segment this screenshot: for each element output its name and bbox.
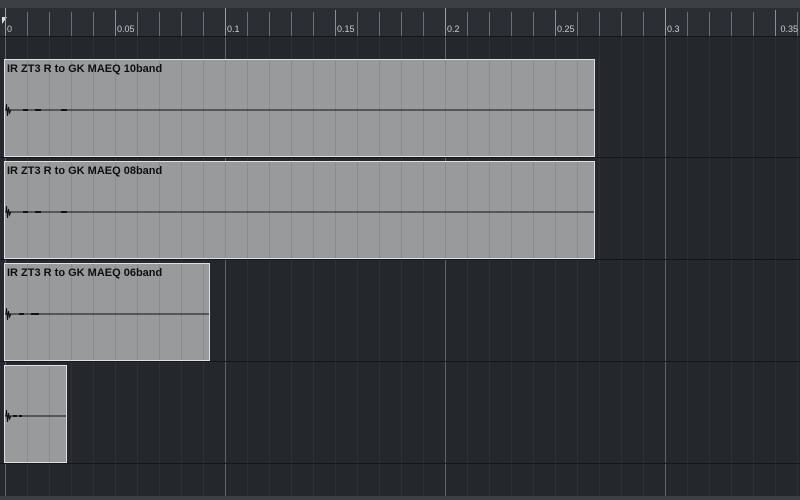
- ruler-tick: [27, 12, 28, 36]
- waveform-blip: [19, 313, 24, 315]
- waveform: [5, 410, 66, 422]
- ruler-label: 0.1: [227, 24, 240, 34]
- ruler-tick: [159, 12, 160, 36]
- waveform-blip: [31, 313, 39, 315]
- audio-event-06band[interactable]: IR ZT3 R to GK MAEQ 06band: [4, 263, 210, 361]
- ruler-tick: [5, 8, 6, 36]
- ruler-tick: [643, 12, 644, 36]
- grid-line: [599, 37, 600, 496]
- ruler-tick: [247, 12, 248, 36]
- track-separator: [0, 463, 800, 464]
- ruler-tick: [775, 10, 776, 36]
- ruler-tick: [731, 12, 732, 36]
- waveform: [5, 308, 209, 320]
- ruler-tick: [49, 12, 50, 36]
- ruler-tick: [181, 12, 182, 36]
- track-separator: [0, 361, 800, 362]
- waveform-blip: [23, 211, 28, 213]
- ruler-label: 0.2: [447, 24, 460, 34]
- ruler-tick: [467, 12, 468, 36]
- grid-line: [797, 37, 798, 496]
- ruler-label: 0.25: [557, 24, 575, 34]
- ruler-tick: [291, 12, 292, 36]
- audio-event-08band[interactable]: IR ZT3 R to GK MAEQ 08band: [4, 161, 595, 259]
- audio-event-short[interactable]: [4, 365, 67, 463]
- grid-line: [621, 37, 622, 496]
- waveform: [5, 104, 594, 116]
- ruler-tick: [71, 12, 72, 36]
- ruler-label: 0.35: [780, 24, 798, 34]
- ruler-tick: [533, 12, 534, 36]
- ruler-tick: [577, 12, 578, 36]
- ruler-tick: [379, 12, 380, 36]
- ruler-tick: [687, 12, 688, 36]
- waveform-blip: [23, 109, 28, 111]
- event-display[interactable]: IR ZT3 R to GK MAEQ 10band IR ZT3 R to G…: [0, 37, 800, 496]
- ruler-tick: [555, 10, 556, 36]
- grid-line: [731, 37, 732, 496]
- ruler-tick: [335, 10, 336, 36]
- ruler-tick: [203, 12, 204, 36]
- grid-line: [687, 37, 688, 496]
- event-title: IR ZT3 R to GK MAEQ 08band: [7, 165, 163, 177]
- grid-line: [753, 37, 754, 496]
- waveform-blip: [35, 211, 41, 213]
- audio-event-10band[interactable]: IR ZT3 R to GK MAEQ 10band: [4, 59, 595, 157]
- track-separator: [0, 259, 800, 260]
- grid-line: [643, 37, 644, 496]
- ruler-tick: [401, 12, 402, 36]
- ruler-tick: [423, 12, 424, 36]
- waveform-blip: [61, 211, 67, 213]
- ruler-tick: [445, 8, 446, 36]
- ruler-tick: [313, 12, 314, 36]
- waveform-blip: [19, 415, 22, 417]
- ruler-label: 0: [7, 24, 13, 34]
- waveform-blip: [35, 109, 41, 111]
- ruler-tick: [511, 12, 512, 36]
- grid-line: [709, 37, 710, 496]
- ruler-tick: [621, 12, 622, 36]
- ruler-tick: [115, 10, 116, 36]
- ruler-tick: [665, 8, 666, 36]
- waveform: [5, 206, 594, 218]
- ruler-label: 0.05: [117, 24, 135, 34]
- grid-line: [665, 37, 666, 496]
- waveform-blip: [61, 109, 67, 111]
- bottom-border: [0, 496, 800, 500]
- ruler-tick: [489, 12, 490, 36]
- project-window: 0 0.05 0.1 0.15 0.2 0.25 0.3 0.35 IR ZT3 R to G…: [0, 0, 800, 500]
- track-separator: [0, 157, 800, 158]
- ruler-label: 0.3: [667, 24, 680, 34]
- ruler-tick: [357, 12, 358, 36]
- ruler-tick: [269, 12, 270, 36]
- ruler-tick: [709, 12, 710, 36]
- waveform-blip: [13, 415, 17, 417]
- grid-line: [775, 37, 776, 496]
- ruler-tick: [753, 12, 754, 36]
- event-title: IR ZT3 R to GK MAEQ 06band: [7, 267, 163, 279]
- time-ruler[interactable]: 0 0.05 0.1 0.15 0.2 0.25 0.3 0.35: [0, 8, 800, 37]
- ruler-tick: [93, 12, 94, 36]
- ruler-tick: [137, 12, 138, 36]
- ruler-label: 0.15: [337, 24, 355, 34]
- ruler-tick: [225, 8, 226, 36]
- ruler-tick: [599, 12, 600, 36]
- event-title: IR ZT3 R to GK MAEQ 10band: [7, 63, 163, 75]
